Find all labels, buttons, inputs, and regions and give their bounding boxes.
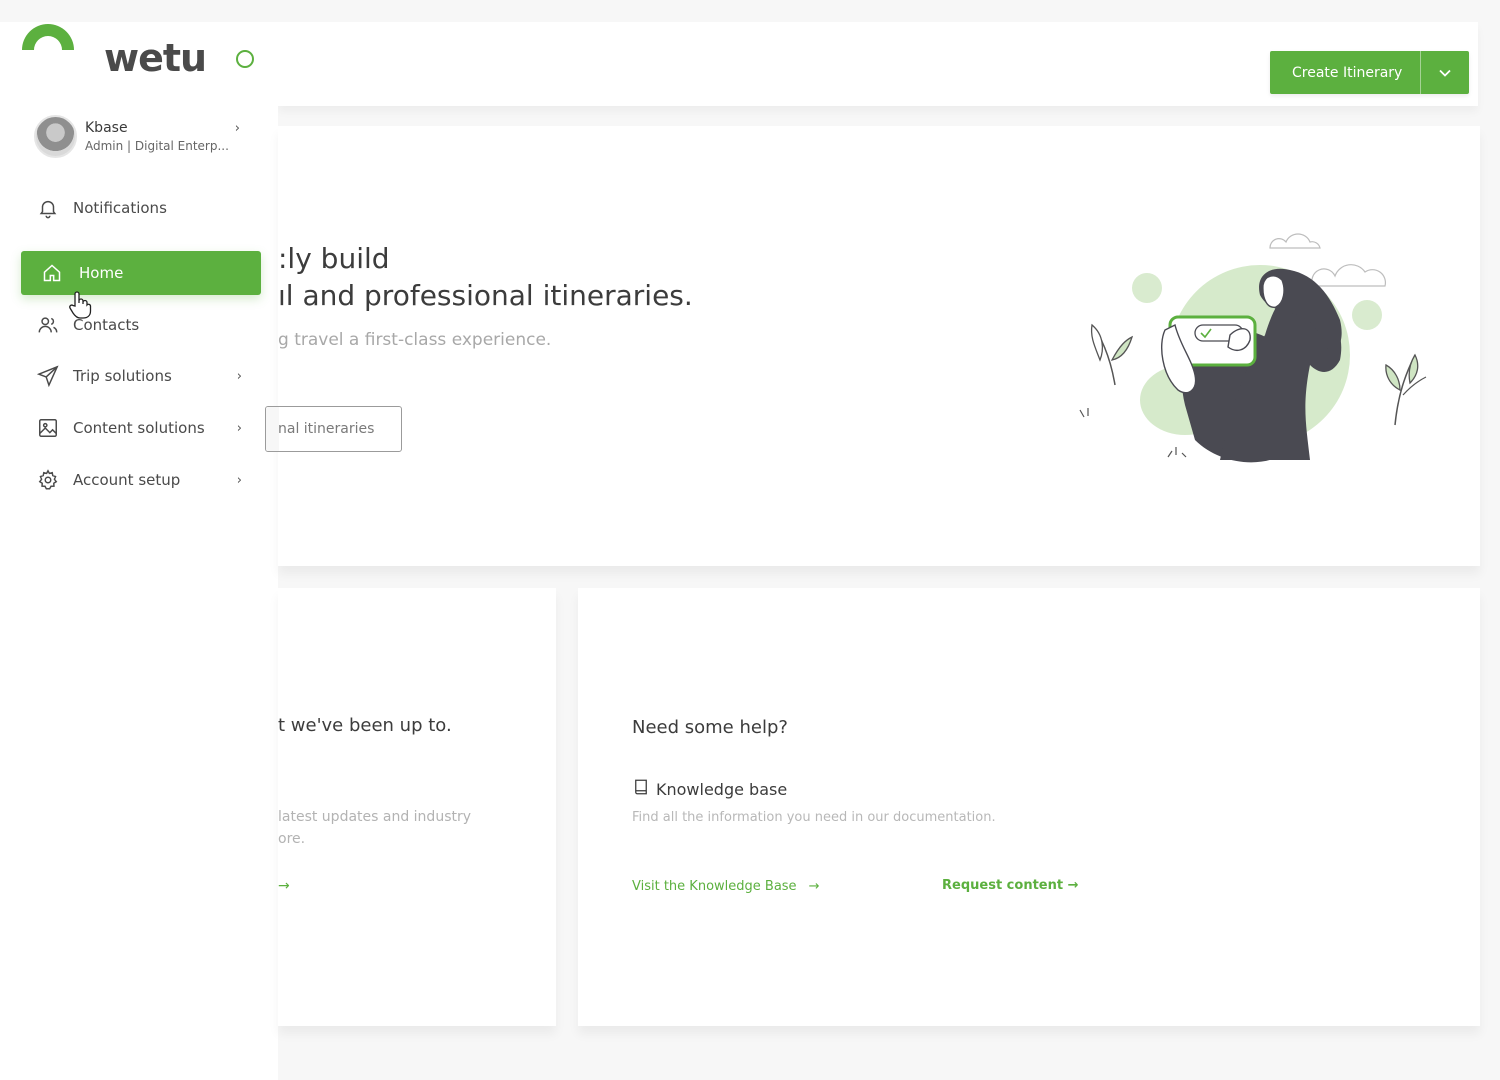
sidebar-item-label: Content solutions [73,419,205,437]
create-itinerary-button[interactable]: Create Itinerary [1270,51,1469,94]
hero-subtitle: g travel a first-class experience. [278,330,552,350]
image-icon [36,416,60,440]
hero-illustration [1079,233,1427,463]
visit-knowledge-base-label[interactable]: Visit the Knowledge Base [632,879,797,894]
chevron-right-icon: › [234,121,240,136]
hero-cta-label: nal itineraries [278,421,375,437]
sidebar-item-label: Notifications [73,199,167,217]
chevron-right-icon: › [236,472,242,488]
knowledge-base-heading: Knowledge base [632,778,787,800]
sidebar-item-label: Trip solutions [73,367,172,385]
knowledge-base-description: Find all the information you need in our… [632,810,996,825]
paper-plane-icon [36,364,60,388]
profile-role: Admin | Digital Enterp... [85,138,229,153]
gear-icon [36,468,60,492]
user-profile[interactable]: Kbase Admin | Digital Enterp... › [34,113,244,159]
sidebar-item-label: Home [79,264,124,282]
request-content-link[interactable]: Request content → [942,878,1079,893]
hero-title: :ly build ıl and professional itinerarie… [278,240,693,314]
sidebar-item-home[interactable]: Home [21,251,261,295]
book-icon [632,778,650,800]
profile-name: Kbase [85,119,128,136]
avatar [34,114,77,158]
bell-icon [36,196,60,220]
arrow-right-icon: → [808,879,820,894]
create-itinerary-label[interactable]: Create Itinerary [1270,65,1420,81]
logo-wordmark: wetu [104,36,207,80]
sidebar [0,22,278,1080]
hero-title-line2: ıl and professional itineraries. [278,279,693,312]
sidebar-item-account-setup[interactable]: Account setup › [36,462,246,498]
logo-arch-icon [22,24,74,50]
chevron-right-icon: › [236,420,242,436]
chevron-right-icon: › [236,368,242,384]
hero-cta-button[interactable]: nal itineraries [265,406,402,452]
help-title: Need some help? [632,717,788,738]
knowledge-base-label: Knowledge base [656,779,788,799]
home-icon [41,262,63,284]
hand-cursor-icon [69,291,92,319]
sidebar-item-notifications[interactable]: Notifications [36,190,246,226]
hero-title-line1: :ly build [278,242,390,275]
news-title: t we've been up to. [278,715,452,736]
news-link-arrow[interactable]: → [278,878,290,894]
users-icon [36,313,60,337]
sidebar-item-content-solutions[interactable]: Content solutions › [36,410,246,446]
help-panel [578,588,1480,1026]
status-indicator [236,50,254,68]
news-body: latest updates and industry ore. [278,809,472,847]
visit-knowledge-base-link[interactable]: Visit the Knowledge Base → [632,879,819,894]
sidebar-item-label: Account setup [73,471,181,489]
logo[interactable] [20,18,76,52]
chevron-down-icon[interactable] [1421,69,1469,77]
sidebar-item-trip-solutions[interactable]: Trip solutions › [36,358,246,394]
